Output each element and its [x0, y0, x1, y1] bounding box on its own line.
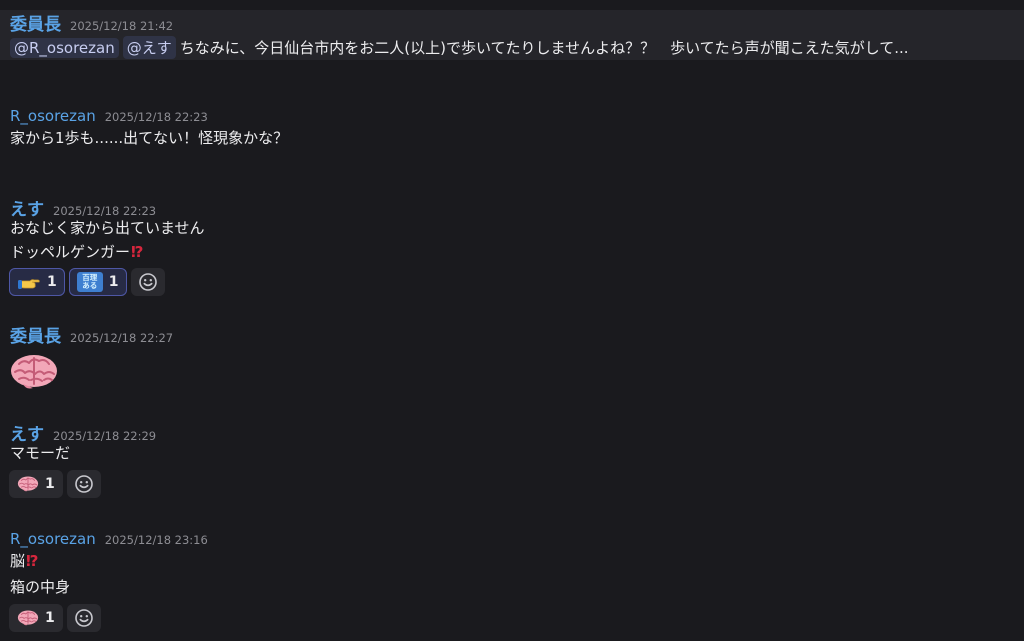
message-header: R_osorezan 2025/12/18 23:16	[10, 530, 208, 548]
reaction-pointing-hand[interactable]: 1	[9, 268, 65, 296]
smiley-icon	[138, 272, 158, 292]
reaction-count: 1	[45, 476, 55, 492]
message-text: おなじく家から出ていません	[10, 219, 205, 237]
message-body: 脳	[10, 552, 26, 570]
reaction-brain[interactable]: 1	[9, 470, 63, 498]
exclamation-question-icon: ⁉	[131, 242, 144, 261]
message-header: R_osorezan 2025/12/18 22:23	[10, 107, 208, 125]
smiley-icon	[74, 608, 94, 628]
reaction-brain[interactable]: 1	[9, 604, 63, 632]
reaction-bar: 1 百理 ある 1	[9, 268, 165, 296]
reaction-count: 1	[45, 610, 55, 626]
timestamp: 2025/12/18 22:29	[53, 429, 157, 443]
timestamp: 2025/12/18 22:23	[104, 110, 208, 124]
message: えす 2025/12/18 22:23 おなじく家から出ていません ドッペルゲン…	[0, 195, 1024, 300]
message-text: 脳 ⁉	[10, 550, 38, 571]
message-body: ドッペルゲンガー	[10, 243, 131, 261]
smiley-icon	[74, 474, 94, 494]
add-reaction-button[interactable]	[66, 604, 101, 632]
timestamp: 2025/12/18 21:42	[70, 19, 174, 33]
exclamation-question-icon: ⁉	[26, 551, 39, 570]
message-header: 委員長 2025/12/18 21:42	[10, 10, 173, 35]
mention-esu[interactable]: @えす	[122, 36, 176, 59]
timestamp: 2025/12/18 22:23	[53, 204, 157, 218]
message-text: マモーだ	[10, 444, 71, 462]
add-reaction-button[interactable]	[130, 268, 165, 296]
author-name[interactable]: 委員長	[10, 10, 61, 35]
message: 委員長 2025/12/18 22:27	[0, 322, 1024, 397]
reaction-bar: 1	[9, 604, 101, 632]
mention-r-osorezan[interactable]: @R_osorezan	[10, 37, 119, 58]
message: R_osorezan 2025/12/18 22:23 家から1歩も......…	[0, 107, 1024, 152]
timestamp: 2025/12/18 22:27	[70, 331, 174, 345]
message: R_osorezan 2025/12/18 23:16 脳 ⁉ 箱の中身 1	[0, 530, 1024, 638]
hyakuri-aru-stamp-icon: 百理 ある	[76, 272, 103, 292]
stamp-text: ある	[82, 281, 98, 290]
reaction-bar: 1	[9, 470, 101, 498]
message-text: 家から1歩も......出てない！怪現象かな？	[10, 129, 289, 147]
reaction-count: 1	[108, 274, 119, 290]
pointing-hand-icon	[17, 272, 41, 292]
reaction-count: 1	[47, 274, 57, 290]
message-text: @R_osorezan @えす ちなみに、今日仙台市内をお二人(以上)で歩いてた…	[10, 36, 909, 59]
message: えす 2025/12/18 22:29 マモーだ 1	[0, 420, 1024, 502]
author-name[interactable]: 委員長	[10, 322, 61, 347]
chat-log: 委員長 2025/12/18 21:42 @R_osorezan @えす ちなみ…	[0, 0, 1024, 641]
message-body: ちなみに、今日仙台市内をお二人(以上)で歩いてたりしませんよね？？ 歩いてたら声…	[179, 39, 909, 57]
message: 委員長 2025/12/18 21:42 @R_osorezan @えす ちなみ…	[0, 10, 1024, 60]
message-text: 箱の中身	[10, 578, 71, 596]
message-text: ドッペルゲンガー ⁉	[10, 241, 143, 262]
brain-icon	[17, 609, 39, 627]
author-name[interactable]: R_osorezan	[10, 107, 96, 125]
brain-icon	[9, 352, 59, 392]
message-header: 委員長 2025/12/18 22:27	[10, 322, 173, 347]
author-name[interactable]: R_osorezan	[10, 530, 96, 548]
add-reaction-button[interactable]	[66, 470, 101, 498]
reaction-hyakuri-aru[interactable]: 百理 ある 1	[68, 268, 127, 296]
brain-icon	[17, 475, 39, 493]
timestamp: 2025/12/18 23:16	[104, 533, 208, 547]
